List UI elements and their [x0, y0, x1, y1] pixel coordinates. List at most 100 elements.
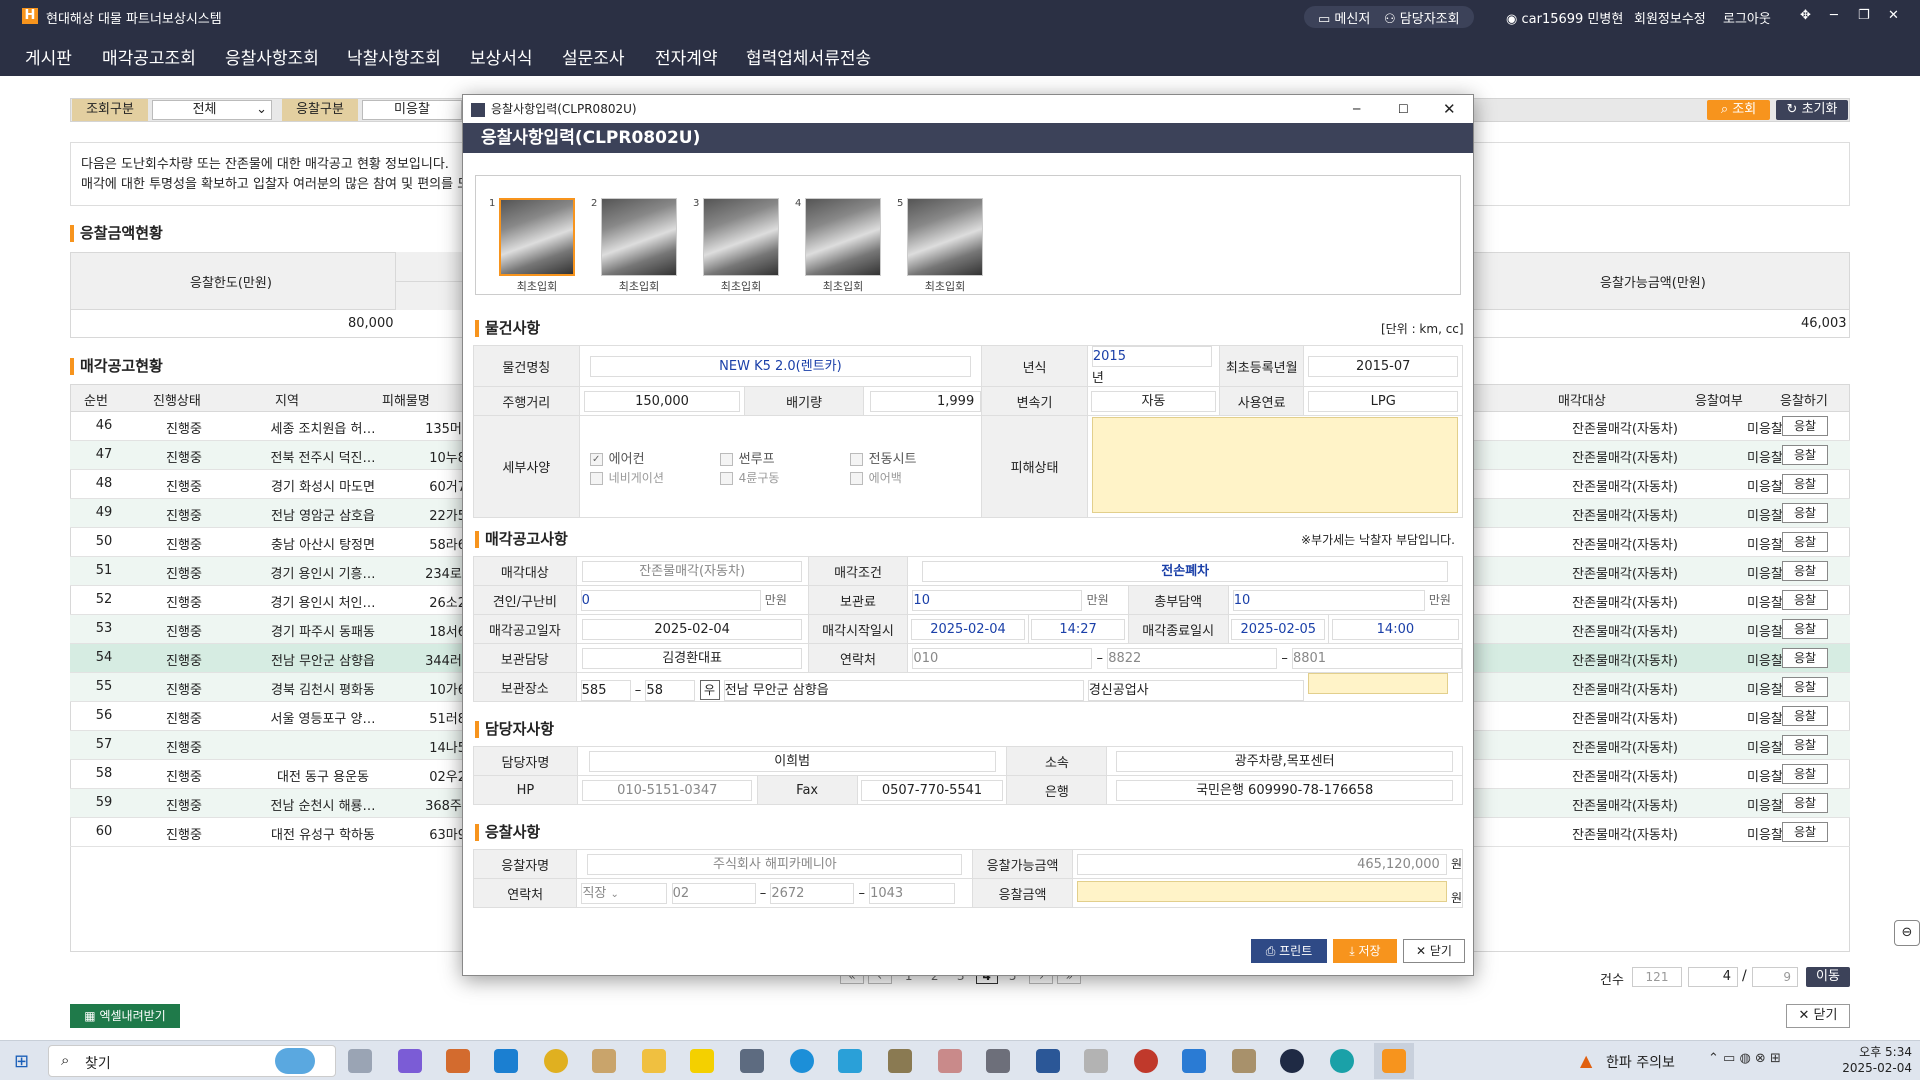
manager-org-field[interactable]: 광주차량,목포센터	[1116, 750, 1454, 772]
first-reg-field[interactable]: 2015-07	[1308, 355, 1459, 377]
year-field[interactable]: 2015	[1091, 346, 1212, 367]
sale-target-field[interactable]: 잔존물매각(자동차)	[582, 560, 802, 582]
sale-condition-field[interactable]: 전손폐차	[922, 560, 1449, 582]
bid-row-button[interactable]: 응찰	[1782, 764, 1828, 784]
edge-icon[interactable]	[790, 1049, 814, 1073]
damage-field[interactable]	[1091, 416, 1459, 513]
vehicle-photo-thumbnail[interactable]	[499, 198, 575, 276]
end-time-field[interactable]: 14:00	[1332, 618, 1459, 640]
tray-icons[interactable]: ⌃ ▭ ◍ ⊗ ⊞	[1708, 1051, 1781, 1066]
start-date-field[interactable]: 2025-02-04	[911, 618, 1025, 640]
taskbar-search-box[interactable]: ⌕ 찾기	[48, 1045, 336, 1077]
address-3-field[interactable]	[1307, 673, 1448, 694]
search-button[interactable]: ⌕ 조회	[1707, 100, 1770, 120]
file-explorer-icon[interactable]	[642, 1049, 666, 1073]
filter-select[interactable]: 전체 ⌄	[152, 100, 272, 120]
close-icon[interactable]: ✕	[1888, 8, 1899, 23]
tow-fee-field[interactable]: 0	[580, 589, 761, 611]
go-button[interactable]: 이동	[1806, 967, 1850, 987]
close-icon[interactable]: ✕	[1443, 95, 1456, 123]
end-date-field[interactable]: 2025-02-05	[1231, 618, 1326, 640]
bid-amount-field[interactable]	[1076, 880, 1447, 902]
hyundai-app-icon[interactable]	[1382, 1049, 1406, 1073]
bid-type-select[interactable]: 미응찰	[362, 100, 462, 120]
menu-item[interactable]: 협력업체서류전송	[746, 44, 871, 69]
keeper-field[interactable]: 김경환대표	[582, 647, 802, 669]
edge-icon[interactable]	[1330, 1049, 1354, 1073]
clock-time[interactable]: 오후 5:34	[1844, 1043, 1912, 1060]
move-icon[interactable]: ✥	[1800, 8, 1811, 23]
windows-start-icon[interactable]: ⊞	[14, 1051, 29, 1072]
zip-2-field[interactable]: 58	[645, 680, 696, 701]
vehicle-photo-thumbnail[interactable]	[703, 198, 779, 276]
page-input[interactable]: 4	[1688, 967, 1738, 987]
fuel-field[interactable]: LPG	[1308, 390, 1459, 412]
minimize-icon[interactable]: ─	[1830, 8, 1838, 23]
zip-1-field[interactable]: 585	[580, 680, 631, 701]
bid-row-button[interactable]: 응찰	[1782, 648, 1828, 668]
profile-edit-link[interactable]: 회원정보수정	[1634, 8, 1706, 27]
excel-download-button[interactable]: ▦ 엑셀내려받기	[70, 1004, 180, 1028]
logout-link[interactable]: 로그아웃	[1723, 8, 1771, 27]
sticky-notes-icon[interactable]	[690, 1049, 714, 1073]
chat-icon[interactable]: ⊖	[1894, 920, 1920, 946]
bid-row-button[interactable]: 응찰	[1782, 474, 1828, 494]
bid-row-button[interactable]: 응찰	[1782, 416, 1828, 436]
manager-bank-field[interactable]: 국민은행 609990-78-176658	[1116, 779, 1454, 801]
address-1-field[interactable]: 전남 무안군 삼향읍	[723, 680, 1084, 701]
manager-name-field[interactable]: 이희범	[588, 750, 996, 772]
staff-lookup-button[interactable]: ⚇ 담당자조회	[1384, 8, 1460, 27]
bid-row-button[interactable]: 응찰	[1782, 590, 1828, 610]
transmission-field[interactable]: 자동	[1091, 390, 1216, 412]
copilot-icon[interactable]	[398, 1049, 422, 1073]
start-time-field[interactable]: 14:27	[1031, 618, 1126, 640]
storage-fee-field[interactable]: 10	[912, 589, 1083, 611]
page-close-button[interactable]: ✕ 닫기	[1786, 1004, 1850, 1028]
messenger-button[interactable]: ▭ 메신저	[1318, 8, 1370, 27]
option-checkbox[interactable]: 네비게이션	[589, 469, 720, 486]
vehicle-photo-thumbnail[interactable]	[805, 198, 881, 276]
bid-row-button[interactable]: 응찰	[1782, 677, 1828, 697]
app-icon[interactable]	[838, 1049, 862, 1073]
app-icon[interactable]	[1036, 1049, 1060, 1073]
zip-search-button[interactable]: 우	[699, 680, 720, 700]
bid-row-button[interactable]: 응찰	[1782, 561, 1828, 581]
restore-icon[interactable]: ❐	[1858, 8, 1870, 23]
maximize-icon[interactable]: ☐	[1398, 95, 1409, 123]
menu-item[interactable]: 낙찰사항조회	[347, 44, 441, 69]
minimize-icon[interactable]: ─	[1353, 95, 1360, 123]
option-checkbox[interactable]: 썬루프	[719, 448, 850, 467]
item-name-field[interactable]: NEW K5 2.0(렌트카)	[589, 355, 972, 377]
option-checkbox[interactable]: 전동시트	[849, 448, 960, 467]
bidder-name-field[interactable]: 주식회사 해피카메니아	[587, 853, 963, 875]
app-icon[interactable]	[986, 1049, 1010, 1073]
bid-row-button[interactable]: 응찰	[1782, 503, 1828, 523]
vehicle-photo-thumbnail[interactable]	[907, 198, 983, 276]
print-button[interactable]: ⎙ 프린트	[1251, 939, 1327, 963]
save-button[interactable]: ⤓ 저장	[1333, 939, 1397, 963]
dialog-close-button[interactable]: ✕ 닫기	[1403, 939, 1465, 963]
menu-item[interactable]: 매각공고조회	[102, 44, 196, 69]
reset-button[interactable]: ↻ 초기화	[1776, 100, 1848, 120]
manager-hp-field[interactable]: 010-5151-0347	[582, 779, 753, 801]
app-icon[interactable]	[938, 1049, 962, 1073]
bid-phone-2[interactable]: 2672	[770, 882, 855, 904]
vscode-icon[interactable]	[1182, 1049, 1206, 1073]
menu-item[interactable]: 설문조사	[562, 44, 625, 69]
calculator-icon[interactable]	[740, 1049, 764, 1073]
chrome-icon[interactable]	[1134, 1049, 1158, 1073]
app-icon[interactable]	[592, 1049, 616, 1073]
address-2-field[interactable]: 경신공업사	[1087, 680, 1304, 701]
bid-row-button[interactable]: 응찰	[1782, 822, 1828, 842]
manager-fax-field[interactable]: 0507-770-5541	[861, 779, 1003, 801]
keeper-phone-2[interactable]: 8822	[1107, 647, 1278, 669]
contact-type-select[interactable]: 직장 ⌄	[581, 882, 668, 904]
keeper-phone-3[interactable]: 8801	[1291, 647, 1462, 669]
bid-phone-1[interactable]: 02	[671, 882, 756, 904]
vehicle-photo-thumbnail[interactable]	[601, 198, 677, 276]
option-checkbox[interactable]: 에어백	[849, 469, 960, 486]
app-icon[interactable]	[1280, 1049, 1304, 1073]
app-icon[interactable]	[1084, 1049, 1108, 1073]
ie-icon[interactable]	[494, 1049, 518, 1073]
weather-alert[interactable]: 한파 주의보	[1606, 1052, 1675, 1072]
